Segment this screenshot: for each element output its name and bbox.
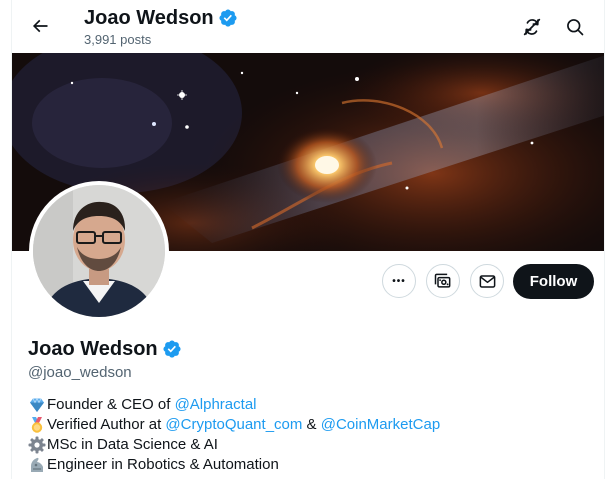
gear-emoji (28, 436, 46, 454)
broken-link-icon (523, 18, 541, 36)
subscribe-button[interactable] (426, 264, 460, 298)
bio-line-founder: Founder & CEO of @Alphractal (28, 395, 440, 415)
subscribe-icon (434, 273, 451, 288)
bio-text: MSc in Data Science & AI (47, 436, 218, 453)
header-name: Joao Wedson (84, 7, 214, 29)
bio-line-engineer: Engineer in Robotics & Automation (28, 455, 440, 475)
follow-button[interactable]: Follow (513, 264, 594, 299)
mention-link[interactable]: @Alphractal (175, 395, 257, 415)
header-title: Joao Wedson (84, 6, 238, 30)
message-button[interactable] (470, 264, 504, 298)
profile-header: Joao Wedson 3,991 posts (12, 0, 604, 53)
search-button[interactable] (560, 12, 590, 42)
bio-line-msc: MSc in Data Science & AI (28, 435, 440, 455)
mechanical-arm-emoji (28, 456, 46, 474)
post-count: 3,991 posts (84, 32, 152, 47)
verified-badge-icon[interactable] (162, 339, 182, 359)
avatar[interactable] (33, 185, 165, 317)
profile-bio: Founder & CEO of @Alphractal Verified Au… (28, 395, 440, 475)
bio-text: Verified Author at (47, 416, 166, 433)
bio-text: Engineer in Robotics & Automation (47, 456, 279, 473)
message-icon (479, 274, 495, 288)
mention-link[interactable]: @CryptoQuant_com (165, 415, 302, 435)
verified-badge-icon (218, 8, 238, 28)
diamond-emoji (28, 396, 46, 414)
profile-name-row: Joao Wedson (28, 336, 182, 362)
broken-link-button[interactable] (517, 12, 547, 42)
avatar-photo (33, 185, 165, 317)
bio-line-author: Verified Author at @CryptoQuant_com & @C… (28, 415, 440, 435)
mention-link[interactable]: @CoinMarketCap (321, 415, 440, 435)
profile-handle: @joao_wedson (28, 364, 132, 381)
search-icon (567, 19, 584, 36)
avatar-frame[interactable] (29, 181, 169, 321)
more-icon: ••• (392, 275, 406, 287)
medal-emoji (28, 416, 46, 434)
back-button[interactable] (24, 10, 56, 42)
bio-text: & (302, 416, 321, 433)
more-button[interactable]: ••• (382, 264, 416, 298)
profile-name: Joao Wedson (28, 338, 158, 360)
back-arrow-icon (32, 19, 48, 33)
bio-text: Founder & CEO of (47, 396, 175, 413)
